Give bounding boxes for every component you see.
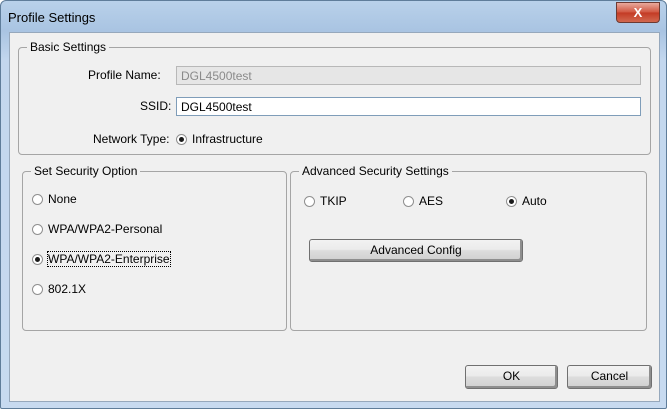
profile-name-label: Profile Name: — [88, 68, 161, 82]
radio-indicator — [403, 196, 414, 207]
security-option-label: None — [48, 192, 77, 206]
cipher-label: AES — [419, 194, 444, 208]
radio-indicator — [32, 284, 43, 295]
radio-indicator — [304, 196, 315, 207]
network-type-value: Infrastructure — [192, 132, 263, 146]
radio-indicator — [32, 194, 43, 205]
security-option-wpa-enterprise-radio[interactable]: WPA/WPA2-Enterprise — [32, 251, 171, 267]
cipher-tkip-radio[interactable]: TKIP — [304, 194, 347, 208]
cancel-button[interactable]: Cancel — [567, 365, 652, 389]
radio-indicator — [32, 254, 43, 265]
close-button[interactable]: X — [616, 2, 660, 23]
profile-name-field: DGL4500test — [176, 66, 641, 85]
ssid-label: SSID: — [140, 99, 172, 113]
cipher-aes-radio[interactable]: AES — [403, 194, 443, 208]
security-option-8021x-radio[interactable]: 802.1X — [32, 282, 86, 296]
radio-indicator — [32, 224, 43, 235]
security-option-label: 802.1X — [48, 282, 87, 296]
security-option-wpa-personal-radio[interactable]: WPA/WPA2-Personal — [32, 222, 162, 236]
radio-indicator — [506, 196, 517, 207]
profile-settings-window: Profile Settings X Basic Settings Profil… — [0, 0, 667, 409]
title-bar: Profile Settings X — [1, 1, 666, 31]
security-option-label: WPA/WPA2-Personal — [48, 222, 163, 236]
security-option-none-radio[interactable]: None — [32, 192, 77, 206]
security-option-legend: Set Security Option — [31, 164, 141, 178]
basic-settings-group: Basic Settings Profile Name: DGL4500test… — [18, 40, 651, 155]
advanced-config-button[interactable]: Advanced Config — [309, 239, 523, 262]
ok-button[interactable]: OK — [465, 365, 558, 389]
radio-indicator — [176, 134, 187, 145]
dialog-body: Basic Settings Profile Name: DGL4500test… — [9, 32, 660, 402]
window-title: Profile Settings — [8, 10, 96, 25]
advanced-security-legend: Advanced Security Settings — [299, 164, 452, 178]
network-type-label: Network Type: — [93, 132, 170, 146]
cipher-auto-radio[interactable]: Auto — [506, 194, 547, 208]
advanced-security-group: Advanced Security Settings TKIP AES Auto… — [290, 164, 647, 331]
network-type-infrastructure-radio[interactable]: Infrastructure — [176, 132, 263, 146]
ssid-field[interactable]: DGL4500test — [176, 97, 641, 116]
security-option-label: WPA/WPA2-Enterprise — [47, 251, 171, 267]
cipher-label: TKIP — [320, 194, 347, 208]
basic-settings-legend: Basic Settings — [27, 40, 110, 54]
security-option-group: Set Security Option None WPA/WPA2-Person… — [22, 164, 287, 331]
cipher-label: Auto — [522, 194, 547, 208]
